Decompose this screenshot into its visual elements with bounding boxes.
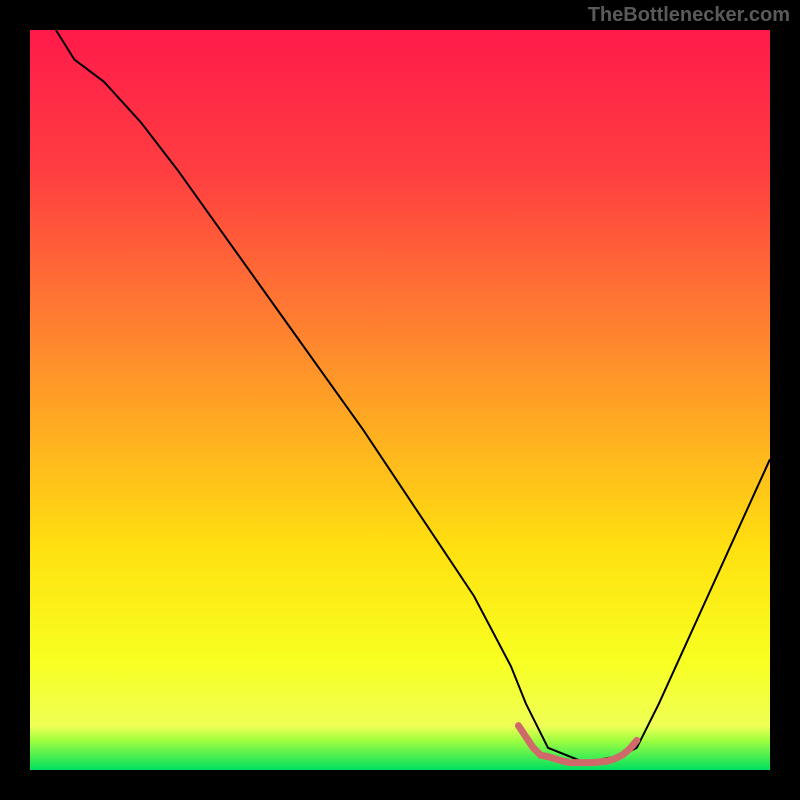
gradient-background <box>30 30 770 770</box>
chart-container: TheBottleneсker.com <box>0 0 800 800</box>
chart-svg <box>30 30 770 770</box>
watermark-text: TheBottleneсker.com <box>588 4 790 27</box>
plot-area <box>30 30 770 770</box>
